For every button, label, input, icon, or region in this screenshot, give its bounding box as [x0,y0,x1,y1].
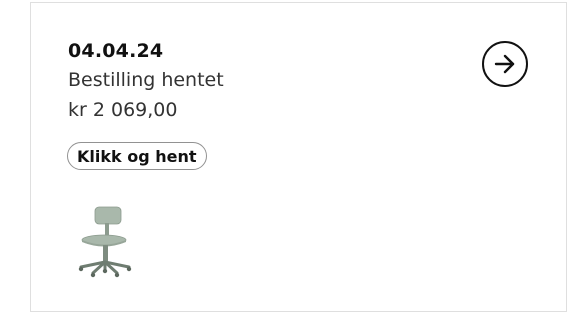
open-order-button[interactable] [482,41,528,87]
product-image [71,203,141,279]
arrow-right-icon [494,54,515,74]
order-status: Bestilling hentet [68,69,224,91]
order-card[interactable]: 04.04.24 Bestilling hentet kr 2 069,00 K… [30,2,567,312]
order-price: kr 2 069,00 [68,99,178,121]
order-date: 04.04.24 [68,40,164,62]
office-chair-icon [78,206,132,278]
delivery-method-label: Klikk og hent [77,146,197,166]
delivery-method-badge: Klikk og hent [67,142,207,170]
